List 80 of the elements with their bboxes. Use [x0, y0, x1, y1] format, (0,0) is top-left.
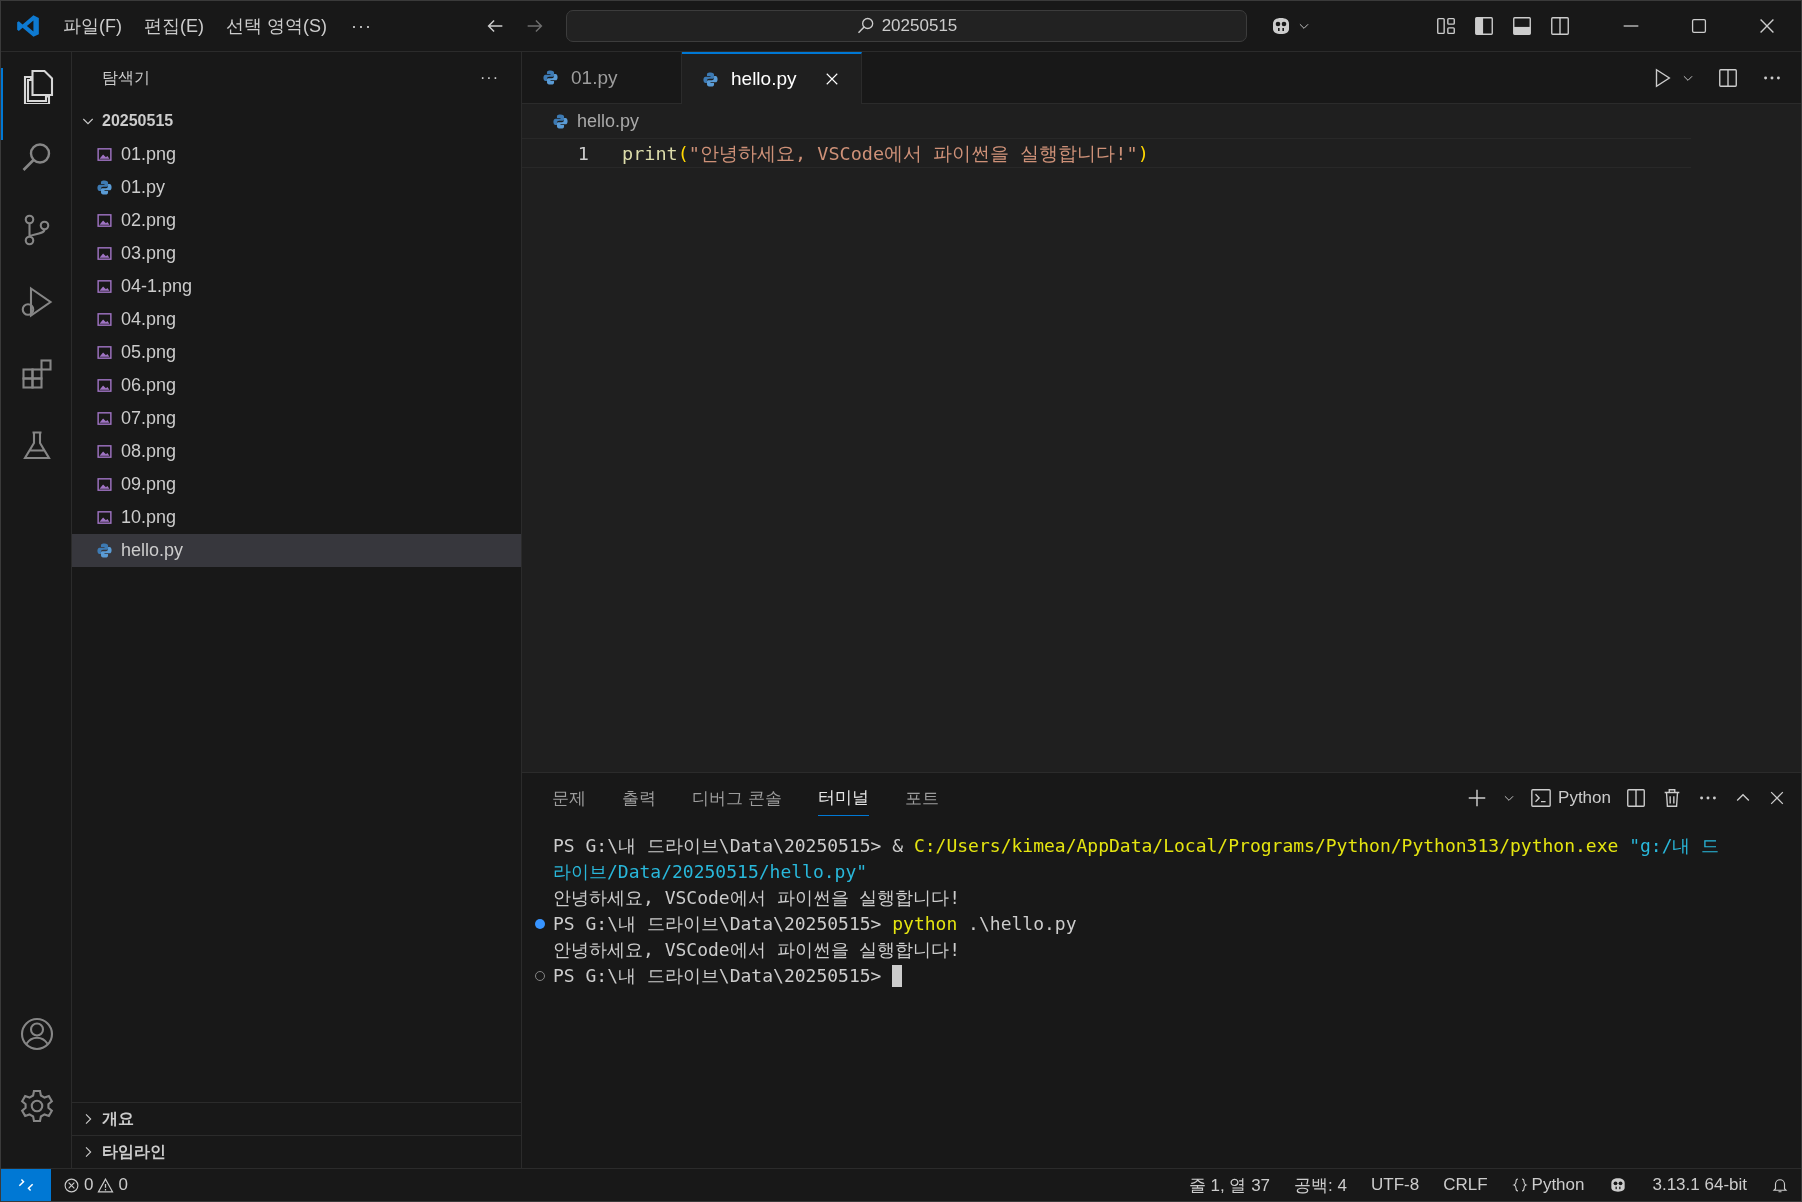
terminal-line: PS G:\내 드라이브\Data\20250515> python .\hello.py — [553, 912, 1077, 936]
account-icon[interactable] — [19, 1016, 55, 1052]
python-file-icon — [552, 112, 569, 130]
image-file-icon — [96, 443, 113, 460]
terminal-line: PS G:\내 드라이브\Data\20250515> — [553, 964, 883, 988]
app-logo-icon — [15, 13, 41, 39]
command-success-dot[interactable] — [535, 919, 545, 929]
image-file-icon — [96, 278, 113, 295]
error-icon — [63, 1176, 80, 1194]
panel-tab[interactable]: 디버그 콘솔 — [692, 780, 782, 816]
panel-tab[interactable]: 터미널 — [817, 780, 869, 816]
menu-item[interactable]: 선택 영역(S) — [226, 14, 327, 38]
status-item[interactable]: 줄 1, 열 37 — [1176, 1173, 1283, 1197]
status-item[interactable]: 공백: 4 — [1282, 1173, 1359, 1197]
folder-item[interactable]: 20250515 — [72, 104, 521, 138]
more-actions-button[interactable]: ··· — [480, 69, 499, 87]
split-editor-icon[interactable] — [1717, 66, 1739, 89]
file-item[interactable]: 08.png — [72, 435, 521, 468]
file-item[interactable]: 06.png — [72, 369, 521, 402]
settings-icon[interactable] — [19, 1088, 55, 1124]
panel-tab[interactable]: 문제 — [552, 780, 586, 816]
run-debug-icon[interactable] — [19, 284, 55, 320]
language-mode-button[interactable]: Python — [1499, 1175, 1597, 1195]
panel-toggle-icon[interactable] — [1511, 15, 1533, 37]
file-item[interactable]: hello.py — [72, 534, 521, 567]
primary-sidebar-toggle-icon[interactable] — [1473, 15, 1495, 37]
python-file-icon — [96, 542, 113, 559]
interpreter-button[interactable]: 3.13.1 64-bit — [1640, 1175, 1759, 1195]
panel-tab[interactable]: 출력 — [622, 780, 656, 816]
section-header[interactable]: 개요 — [72, 1102, 521, 1135]
terminal-line: 라이브/Data/20250515/hello.py" — [553, 860, 868, 884]
file-item[interactable]: 04-1.png — [72, 270, 521, 303]
editor-tab[interactable]: hello.py — [682, 52, 862, 104]
line-number: 1 — [576, 142, 590, 164]
image-file-icon — [96, 410, 113, 427]
warning-icon — [97, 1176, 115, 1194]
file-item[interactable]: 03.png — [72, 237, 521, 270]
explorer-title: 탐색기 — [102, 67, 150, 88]
terminal-line: PS G:\내 드라이브\Data\20250515> & C:/Users/kimea/AppData/Local/Programs/Python/Python313/python.exe "g:/내 드 — [553, 834, 1720, 858]
code-line: print("안녕하세요, VSCode에서 파이썬을 실행합니다!") — [622, 141, 1149, 166]
python-file-icon — [96, 179, 113, 196]
command-center-search[interactable]: 20250515 — [565, 10, 1247, 42]
file-item[interactable]: 07.png — [72, 402, 521, 435]
panel-tab[interactable]: 포트 — [904, 780, 939, 816]
status-item[interactable]: CRLF — [1431, 1175, 1500, 1195]
image-file-icon — [96, 245, 113, 262]
search-icon — [855, 16, 876, 36]
terminal-line: 안녕하세요, VSCode에서 파이썬을 실행합니다! — [553, 938, 961, 962]
menu-item[interactable]: 파일(F) — [63, 14, 122, 38]
breadcrumb-item[interactable]: hello.py — [577, 110, 640, 132]
problems-button[interactable]: 0 0 — [51, 1175, 140, 1195]
file-item[interactable]: 05.png — [72, 336, 521, 369]
image-file-icon — [96, 344, 113, 361]
menu-item[interactable]: 편집(E) — [144, 14, 204, 38]
image-file-icon — [96, 509, 113, 526]
file-item[interactable]: 10.png — [72, 501, 521, 534]
image-file-icon — [96, 311, 113, 328]
terminal-profile-button[interactable]: Python — [1530, 787, 1611, 809]
split-terminal-icon[interactable] — [1625, 787, 1647, 809]
braces-icon — [1511, 1177, 1528, 1193]
terminal-line: 안녕하세요, VSCode에서 파이썬을 실행합니다! — [553, 886, 961, 910]
search-text: 20250515 — [881, 16, 958, 36]
secondary-sidebar-toggle-icon[interactable] — [1549, 15, 1571, 37]
image-file-icon — [96, 476, 113, 493]
python-file-icon — [542, 69, 559, 86]
extensions-icon[interactable] — [19, 356, 55, 392]
file-item[interactable]: 01.png — [72, 138, 521, 171]
terminal-icon — [1530, 787, 1553, 809]
file-item[interactable]: 01.py — [72, 171, 521, 204]
file-item[interactable]: 04.png — [72, 303, 521, 336]
file-item[interactable]: 09.png — [72, 468, 521, 501]
image-file-icon — [96, 377, 113, 394]
customize-layout-icon[interactable] — [1435, 15, 1457, 37]
python-file-icon — [702, 70, 719, 88]
notifications-icon[interactable] — [1771, 1176, 1789, 1194]
more-menu-button[interactable]: ··· — [351, 15, 372, 37]
file-item[interactable]: 02.png — [72, 204, 521, 237]
status-item[interactable]: UTF-8 — [1358, 1175, 1432, 1195]
image-file-icon — [96, 146, 113, 163]
image-file-icon — [96, 212, 113, 229]
